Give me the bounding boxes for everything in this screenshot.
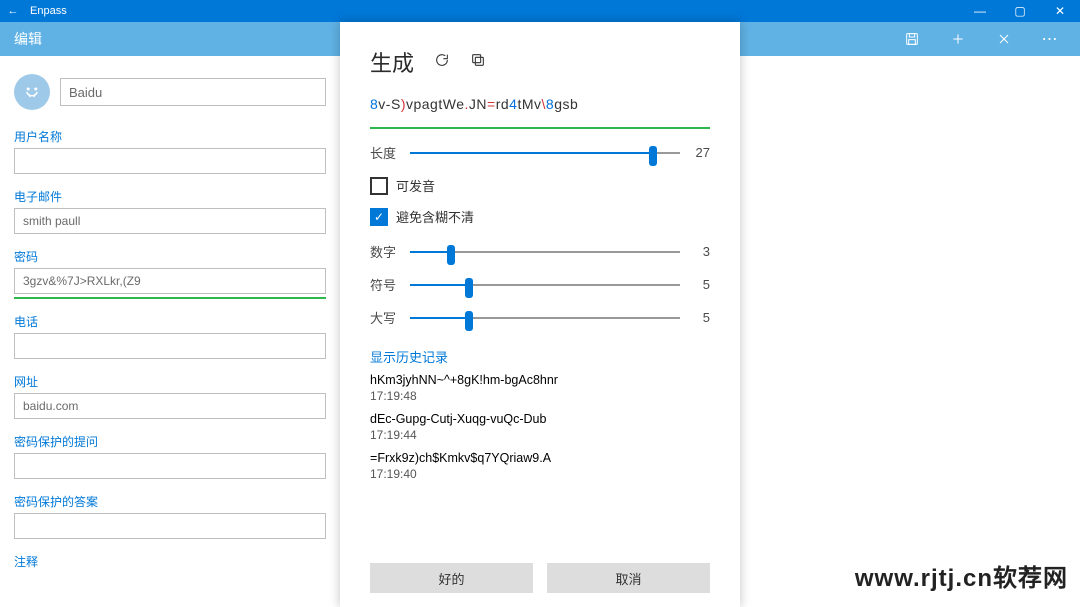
close-panel-button[interactable] [982, 22, 1026, 56]
history-time: 17:19:44 [370, 428, 710, 442]
secq-input[interactable] [14, 453, 326, 479]
length-slider-value: 27 [690, 145, 710, 160]
app-title: Enpass [26, 5, 960, 17]
uppercase-slider-value: 5 [690, 310, 710, 325]
secq-label: 密码保护的提问 [14, 433, 326, 450]
add-button[interactable] [936, 22, 980, 56]
refresh-icon[interactable] [434, 52, 450, 73]
email-label: 电子邮件 [14, 188, 326, 205]
history-time: 17:19:40 [370, 467, 710, 481]
history-password[interactable]: hKm3jyhNN~^+8gK!hm-bgAc8hnr [370, 372, 710, 387]
symbols-slider-value: 5 [690, 277, 710, 292]
history-time: 17:19:48 [370, 389, 710, 403]
digits-slider-label: 数字 [370, 242, 400, 261]
length-slider-label: 长度 [370, 143, 400, 162]
title-bar: ← Enpass — ▢ ✕ [0, 0, 1080, 22]
history-password[interactable]: dEc-Gupg-Cutj-Xuqg-vuQc-Dub [370, 411, 710, 426]
digits-slider[interactable] [410, 243, 680, 261]
phone-label: 电话 [14, 313, 326, 330]
avoid-ambiguous-checkbox[interactable] [370, 208, 388, 226]
email-input[interactable] [14, 208, 326, 234]
form-panel: 用户名称 电子邮件 密码 电话 网址 密码保护的提问 密码保护的答案 注释 [0, 56, 340, 584]
password-input[interactable] [14, 268, 326, 294]
minimize-button[interactable]: — [960, 4, 1000, 18]
uppercase-slider-label: 大写 [370, 308, 400, 327]
window-controls: — ▢ ✕ [960, 4, 1080, 18]
watermark: www.rjtj.cn软荐网 [855, 558, 1068, 593]
avoid-ambiguous-label: 避免含糊不清 [396, 207, 474, 226]
ok-button[interactable]: 好的 [370, 563, 533, 593]
show-history-link[interactable]: 显示历史记录 [370, 347, 710, 366]
generated-strength-bar [370, 127, 710, 129]
title-input[interactable] [60, 78, 326, 106]
url-label: 网址 [14, 373, 326, 390]
password-strength-bar [14, 297, 326, 299]
symbols-slider-label: 符号 [370, 275, 400, 294]
phone-input[interactable] [14, 333, 326, 359]
save-button[interactable] [890, 22, 934, 56]
symbols-slider[interactable] [410, 276, 680, 294]
notes-label: 注释 [14, 553, 326, 570]
username-label: 用户名称 [14, 128, 326, 145]
seca-input[interactable] [14, 513, 326, 539]
digits-slider-value: 3 [690, 244, 710, 259]
copy-icon[interactable] [470, 52, 486, 73]
pronounceable-checkbox[interactable] [370, 177, 388, 195]
uppercase-slider[interactable] [410, 309, 680, 327]
seca-label: 密码保护的答案 [14, 493, 326, 510]
generator-title: 生成 [370, 46, 414, 78]
password-label: 密码 [14, 248, 326, 265]
history-password[interactable]: =Frxk9z)ch$Kmkv$q7YQriaw9.A [370, 450, 710, 465]
close-button[interactable]: ✕ [1040, 4, 1080, 18]
username-input[interactable] [14, 148, 326, 174]
cancel-button[interactable]: 取消 [547, 563, 710, 593]
back-button[interactable]: ← [0, 5, 26, 17]
item-icon[interactable] [14, 74, 50, 110]
password-generator-dialog: 生成 8v-S)vpagtWe.JN=rd4tMv\8gsb 长度 27 可发音… [340, 22, 740, 607]
url-input[interactable] [14, 393, 326, 419]
generated-password: 8v-S)vpagtWe.JN=rd4tMv\8gsb [370, 96, 710, 113]
length-slider[interactable] [410, 144, 680, 162]
pronounceable-label: 可发音 [396, 176, 435, 195]
more-button[interactable]: ⋯ [1028, 22, 1072, 56]
maximize-button[interactable]: ▢ [1000, 4, 1040, 18]
